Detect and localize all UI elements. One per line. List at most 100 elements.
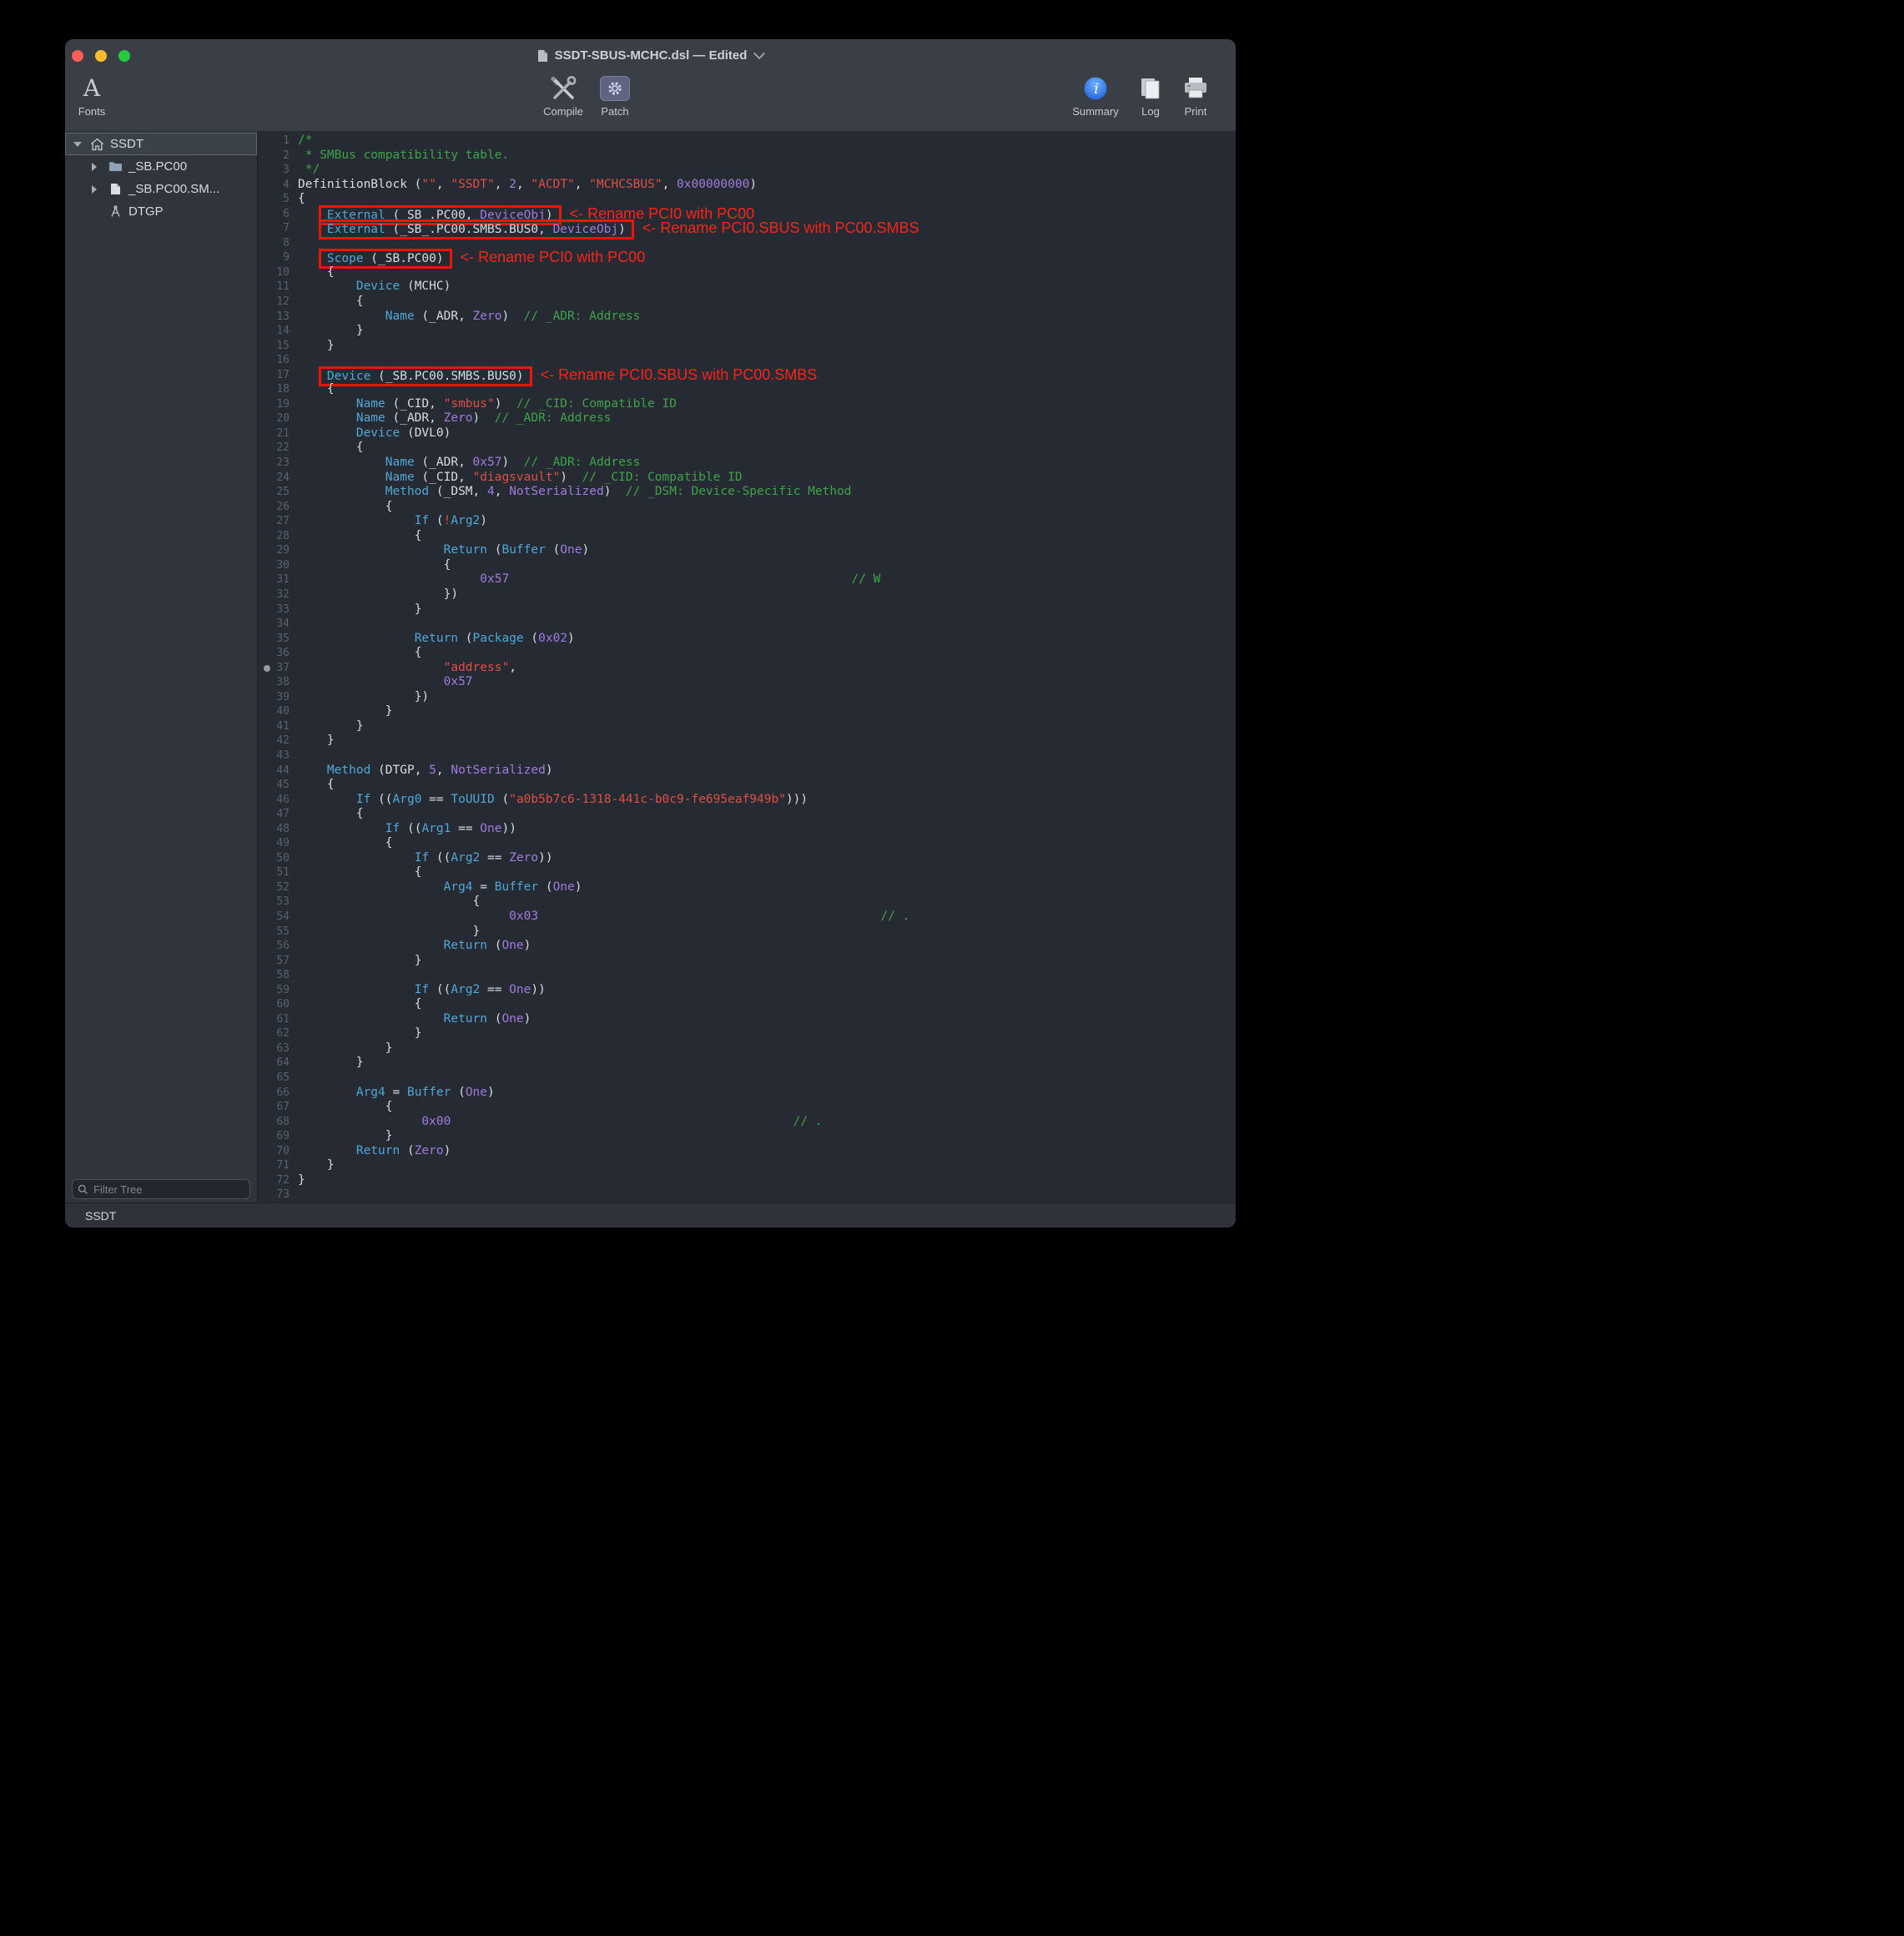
code-line-62[interactable]: 62 }: [258, 1026, 1236, 1041]
code-line-52[interactable]: 52 Arg4 = Buffer (One): [258, 880, 1236, 895]
gutter-marker-dot[interactable]: [264, 665, 270, 672]
filter-tree-input[interactable]: [92, 1182, 244, 1197]
code-line-content: Device (DVL0): [298, 426, 451, 441]
code-line-10[interactable]: 10 {: [258, 265, 1236, 280]
code-line-70[interactable]: 70 Return (Zero): [258, 1144, 1236, 1159]
code-line-11[interactable]: 11 Device (MCHC): [258, 280, 1236, 295]
code-line-4[interactable]: 4DefinitionBlock ("", "SSDT", 2, "ACDT",…: [258, 178, 1236, 193]
code-line-29[interactable]: 29 Return (Buffer (One): [258, 543, 1236, 558]
code-line-26[interactable]: 26 {: [258, 500, 1236, 515]
document-proxy-icon[interactable]: [537, 49, 548, 63]
code-line-32[interactable]: 32 }): [258, 587, 1236, 602]
code-token: ((: [429, 851, 451, 865]
code-token: If: [385, 822, 400, 835]
code-line-21[interactable]: 21 Device (DVL0): [258, 426, 1236, 441]
code-line-51[interactable]: 51 {: [258, 865, 1236, 880]
code-line-35[interactable]: 35 Return (Package (0x02): [258, 632, 1236, 647]
code-line-37[interactable]: 37 "address",: [258, 661, 1236, 676]
code-line-58[interactable]: 58: [258, 968, 1236, 983]
code-line-40[interactable]: 40 }: [258, 704, 1236, 719]
code-line-69[interactable]: 69 }: [258, 1129, 1236, 1144]
code-line-44[interactable]: 44 Method (DTGP, 5, NotSerialized): [258, 764, 1236, 779]
code-line-41[interactable]: 41 }: [258, 719, 1236, 734]
code-line-48[interactable]: 48 If ((Arg1 == One)): [258, 822, 1236, 837]
code-line-56[interactable]: 56 Return (One): [258, 939, 1236, 954]
code-line-59[interactable]: 59 If ((Arg2 == One)): [258, 983, 1236, 998]
code-line-30[interactable]: 30 {: [258, 558, 1236, 573]
code-line-14[interactable]: 14 }: [258, 324, 1236, 339]
titlebar[interactable]: SSDT-SBUS-MCHC.dsl — Edited: [65, 39, 1236, 73]
code-line-54[interactable]: 54 0x03 // .: [258, 910, 1236, 925]
code-line-25[interactable]: 25 Method (_DSM, 4, NotSerialized) // _D…: [258, 485, 1236, 500]
code-line-2[interactable]: 2 * SMBus compatibility table.: [258, 149, 1236, 164]
chevron-right-icon[interactable]: [92, 163, 107, 171]
code-line-50[interactable]: 50 If ((Arg2 == Zero)): [258, 851, 1236, 866]
fonts-button[interactable]: A Fonts: [65, 73, 121, 118]
code-line-67[interactable]: 67 {: [258, 1100, 1236, 1115]
code-line-13[interactable]: 13 Name (_ADR, Zero) // _ADR: Address: [258, 310, 1236, 325]
code-line-content: }: [298, 1158, 335, 1173]
code-line-15[interactable]: 15 }: [258, 339, 1236, 354]
code-line-73[interactable]: 73: [258, 1187, 1236, 1202]
code-line-39[interactable]: 39 }): [258, 690, 1236, 705]
sidebar-item-ssdt[interactable]: SSDT: [65, 133, 257, 155]
code-line-9[interactable]: 9 Scope (_SB.PC00)<- Rename PCI0 with PC…: [258, 250, 1236, 265]
summary-button[interactable]: i Summary: [1066, 73, 1125, 118]
chevron-right-icon[interactable]: [92, 185, 107, 194]
code-line-17[interactable]: 17 Device (_SB.PC00.SMBS.BUS0)<- Rename …: [258, 368, 1236, 383]
patch-button[interactable]: Patch: [586, 73, 644, 118]
code-line-23[interactable]: 23 Name (_ADR, 0x57) // _ADR: Address: [258, 456, 1236, 471]
code-line-28[interactable]: 28 {: [258, 529, 1236, 544]
code-token: 0x00: [421, 1115, 451, 1128]
code-line-53[interactable]: 53 {: [258, 895, 1236, 910]
code-line-61[interactable]: 61 Return (One): [258, 1012, 1236, 1027]
title-chevron-down-icon[interactable]: [753, 48, 765, 59]
code-line-18[interactable]: 18 {: [258, 382, 1236, 397]
code-line-33[interactable]: 33 }: [258, 602, 1236, 618]
code-line-66[interactable]: 66 Arg4 = Buffer (One): [258, 1086, 1236, 1101]
code-line-1[interactable]: 1/*: [258, 134, 1236, 149]
line-number: 39: [258, 690, 298, 705]
code-line-64[interactable]: 64 }: [258, 1056, 1236, 1071]
path-bar-item[interactable]: SSDT: [85, 1209, 116, 1223]
code-line-46[interactable]: 46 If ((Arg0 == ToUUID ("a0b5b7c6-1318-4…: [258, 793, 1236, 808]
code-line-45[interactable]: 45 {: [258, 778, 1236, 793]
sidebar-item-sb-pc00[interactable]: _SB.PC00: [65, 155, 257, 178]
compile-button[interactable]: Compile: [534, 73, 592, 118]
code-line-47[interactable]: 47 {: [258, 807, 1236, 822]
code-line-31[interactable]: 31 0x57 // W: [258, 572, 1236, 587]
code-token: Name: [356, 397, 385, 411]
code-line-63[interactable]: 63 }: [258, 1041, 1236, 1056]
code-line-71[interactable]: 71 }: [258, 1158, 1236, 1173]
code-token: (_SB_.PC00.SMBS.BUS0,: [385, 223, 553, 236]
print-button[interactable]: Print: [1166, 73, 1225, 118]
code-line-36[interactable]: 36 {: [258, 646, 1236, 661]
code-line-72[interactable]: 72}: [258, 1173, 1236, 1188]
line-number: 4: [258, 178, 298, 193]
code-line-43[interactable]: 43: [258, 749, 1236, 764]
code-line-3[interactable]: 3 */: [258, 163, 1236, 178]
code-line-65[interactable]: 65: [258, 1071, 1236, 1086]
code-token: Return: [356, 1144, 400, 1157]
code-token: =: [473, 880, 495, 894]
code-line-27[interactable]: 27 If (!Arg2): [258, 514, 1236, 529]
chevron-down-icon[interactable]: [73, 142, 88, 147]
code-line-7[interactable]: 7 External (_SB_.PC00.SMBS.BUS0, DeviceO…: [258, 221, 1236, 236]
code-line-20[interactable]: 20 Name (_ADR, Zero) // _ADR: Address: [258, 411, 1236, 426]
code-line-24[interactable]: 24 Name (_CID, "diagsvault") // _CID: Co…: [258, 471, 1236, 486]
code-line-38[interactable]: 38 0x57: [258, 675, 1236, 690]
code-line-12[interactable]: 12 {: [258, 295, 1236, 310]
code-line-42[interactable]: 42 }: [258, 734, 1236, 749]
code-line-34[interactable]: 34: [258, 617, 1236, 632]
code-line-60[interactable]: 60 {: [258, 997, 1236, 1012]
code-line-57[interactable]: 57 }: [258, 954, 1236, 969]
code-line-22[interactable]: 22 {: [258, 441, 1236, 456]
filter-field[interactable]: [72, 1179, 250, 1199]
sidebar-item-dtgp[interactable]: DTGP: [65, 200, 257, 223]
code-editor[interactable]: 1/*2 * SMBus compatibility table.3 */4De…: [258, 131, 1236, 1202]
code-line-49[interactable]: 49 {: [258, 836, 1236, 851]
code-line-19[interactable]: 19 Name (_CID, "smbus") // _CID: Compati…: [258, 397, 1236, 412]
sidebar-item-sb-pc00-sm[interactable]: _SB.PC00.SM...: [65, 178, 257, 200]
code-line-55[interactable]: 55 }: [258, 925, 1236, 940]
code-line-68[interactable]: 68 0x00 // .: [258, 1115, 1236, 1130]
